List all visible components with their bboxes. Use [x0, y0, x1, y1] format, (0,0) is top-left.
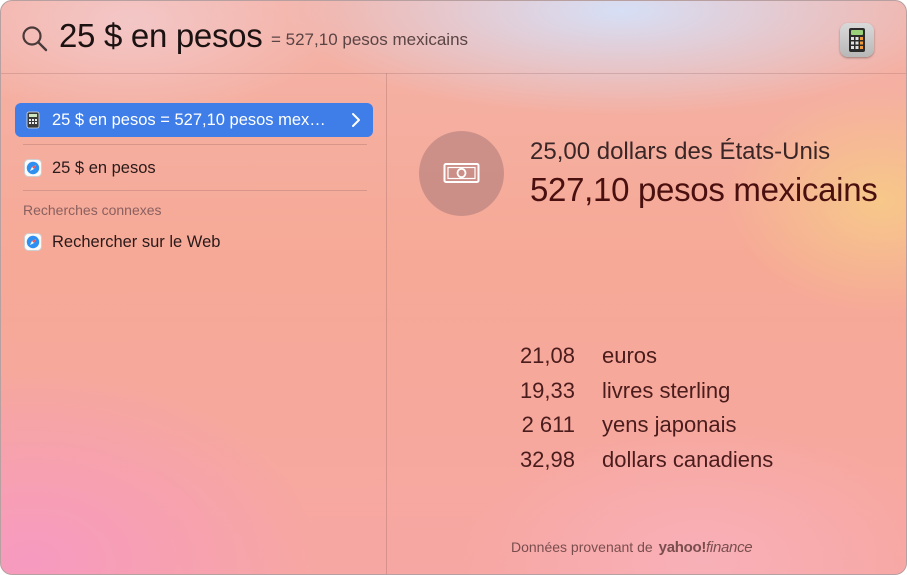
result-top-hit[interactable]: 25 $ en pesos = 527,10 pesos mex… [15, 103, 373, 137]
result-web-suggestion[interactable]: 25 $ en pesos [15, 151, 373, 185]
divider [23, 190, 367, 191]
search-icon [21, 25, 49, 53]
divider [23, 144, 367, 145]
calculator-icon[interactable] [840, 23, 874, 57]
detail-pane: 25,00 dollars des États-Unis 527,10 peso… [387, 73, 906, 574]
conversion-value: 2 611 [521, 412, 575, 437]
conversion-value: 21,08 [519, 343, 575, 368]
conversion-unit: yens japonais [602, 412, 737, 437]
result-search-web-label: Rechercher sur le Web [52, 232, 221, 251]
inline-result: = 527,10 pesos mexicains [271, 30, 469, 49]
search-input[interactable]: 25 $ en pesos [59, 17, 263, 55]
converted-amount: 527,10 pesos mexicains [530, 171, 878, 208]
conversion-unit: livres sterling [602, 378, 731, 403]
result-top-hit-label: 25 $ en pesos = 527,10 pesos mex… [52, 110, 326, 129]
conversion-row: 32,98 dollars canadiens [387, 447, 906, 479]
conversion-unit: euros [602, 343, 658, 368]
currency-badge [419, 131, 504, 216]
conversion-value: 32,98 [519, 447, 575, 472]
related-searches-header: Recherches connexes [23, 202, 162, 218]
conversion-value: 19,33 [519, 378, 575, 403]
result-search-web[interactable]: Rechercher sur le Web [15, 225, 373, 259]
conversion-row: 2 611 yens japonais [387, 412, 906, 444]
data-source[interactable]: Données provenant de yahoo!finance [511, 539, 753, 556]
result-web-suggestion-label: 25 $ en pesos [52, 158, 156, 177]
data-source-label: Données provenant de [511, 539, 653, 555]
conversion-row: 21,08 euros [387, 343, 906, 375]
safari-icon [24, 159, 42, 177]
source-amount: 25,00 dollars des États-Unis [530, 138, 831, 165]
conversion-unit: dollars canadiens [602, 447, 774, 472]
conversion-row: 19,33 livres sterling [387, 378, 906, 410]
yahoo-finance-logo-suffix: finance [706, 539, 753, 556]
safari-icon [24, 233, 42, 251]
chevron-right-icon [349, 110, 363, 130]
yahoo-finance-logo-brand: yahoo! [658, 539, 707, 556]
spotlight-window: 25 $ en pesos = 527,10 pesos mexicains 2… [0, 0, 907, 575]
yahoo-finance-logo: yahoo!finance [659, 539, 753, 556]
results-list: 25 $ en pesos = 527,10 pesos mex… 25 $ e… [1, 73, 386, 574]
search-bar[interactable]: 25 $ en pesos = 527,10 pesos mexicains [1, 1, 906, 74]
calculator-icon [24, 111, 42, 129]
